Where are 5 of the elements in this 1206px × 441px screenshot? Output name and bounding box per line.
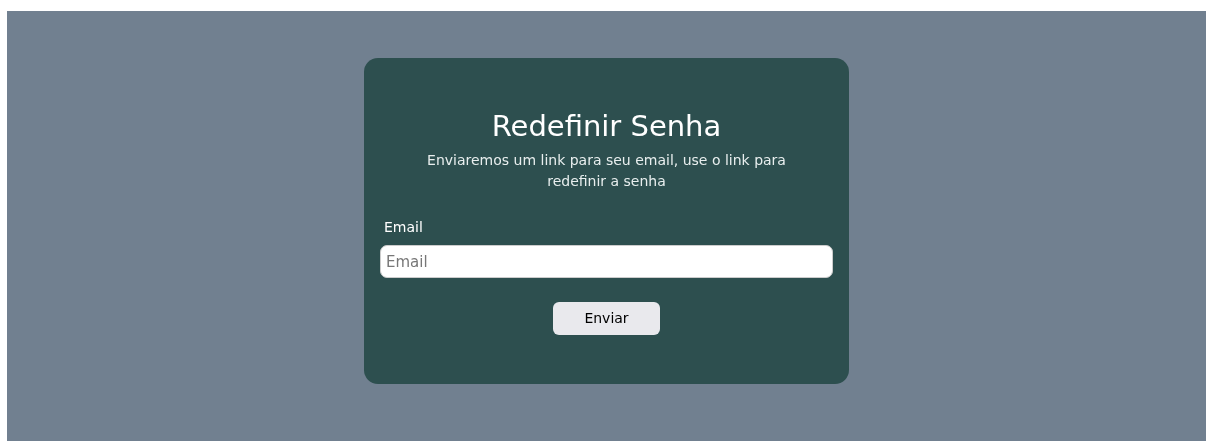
card-title: Redefinir Senha xyxy=(491,108,722,144)
card-description: Enviaremos um link para seu email, use o link para redefinir a senha xyxy=(426,151,787,191)
email-label: Email xyxy=(384,218,423,237)
email-field[interactable]: Email xyxy=(380,245,833,278)
submit-button[interactable]: Enviar xyxy=(553,302,660,335)
